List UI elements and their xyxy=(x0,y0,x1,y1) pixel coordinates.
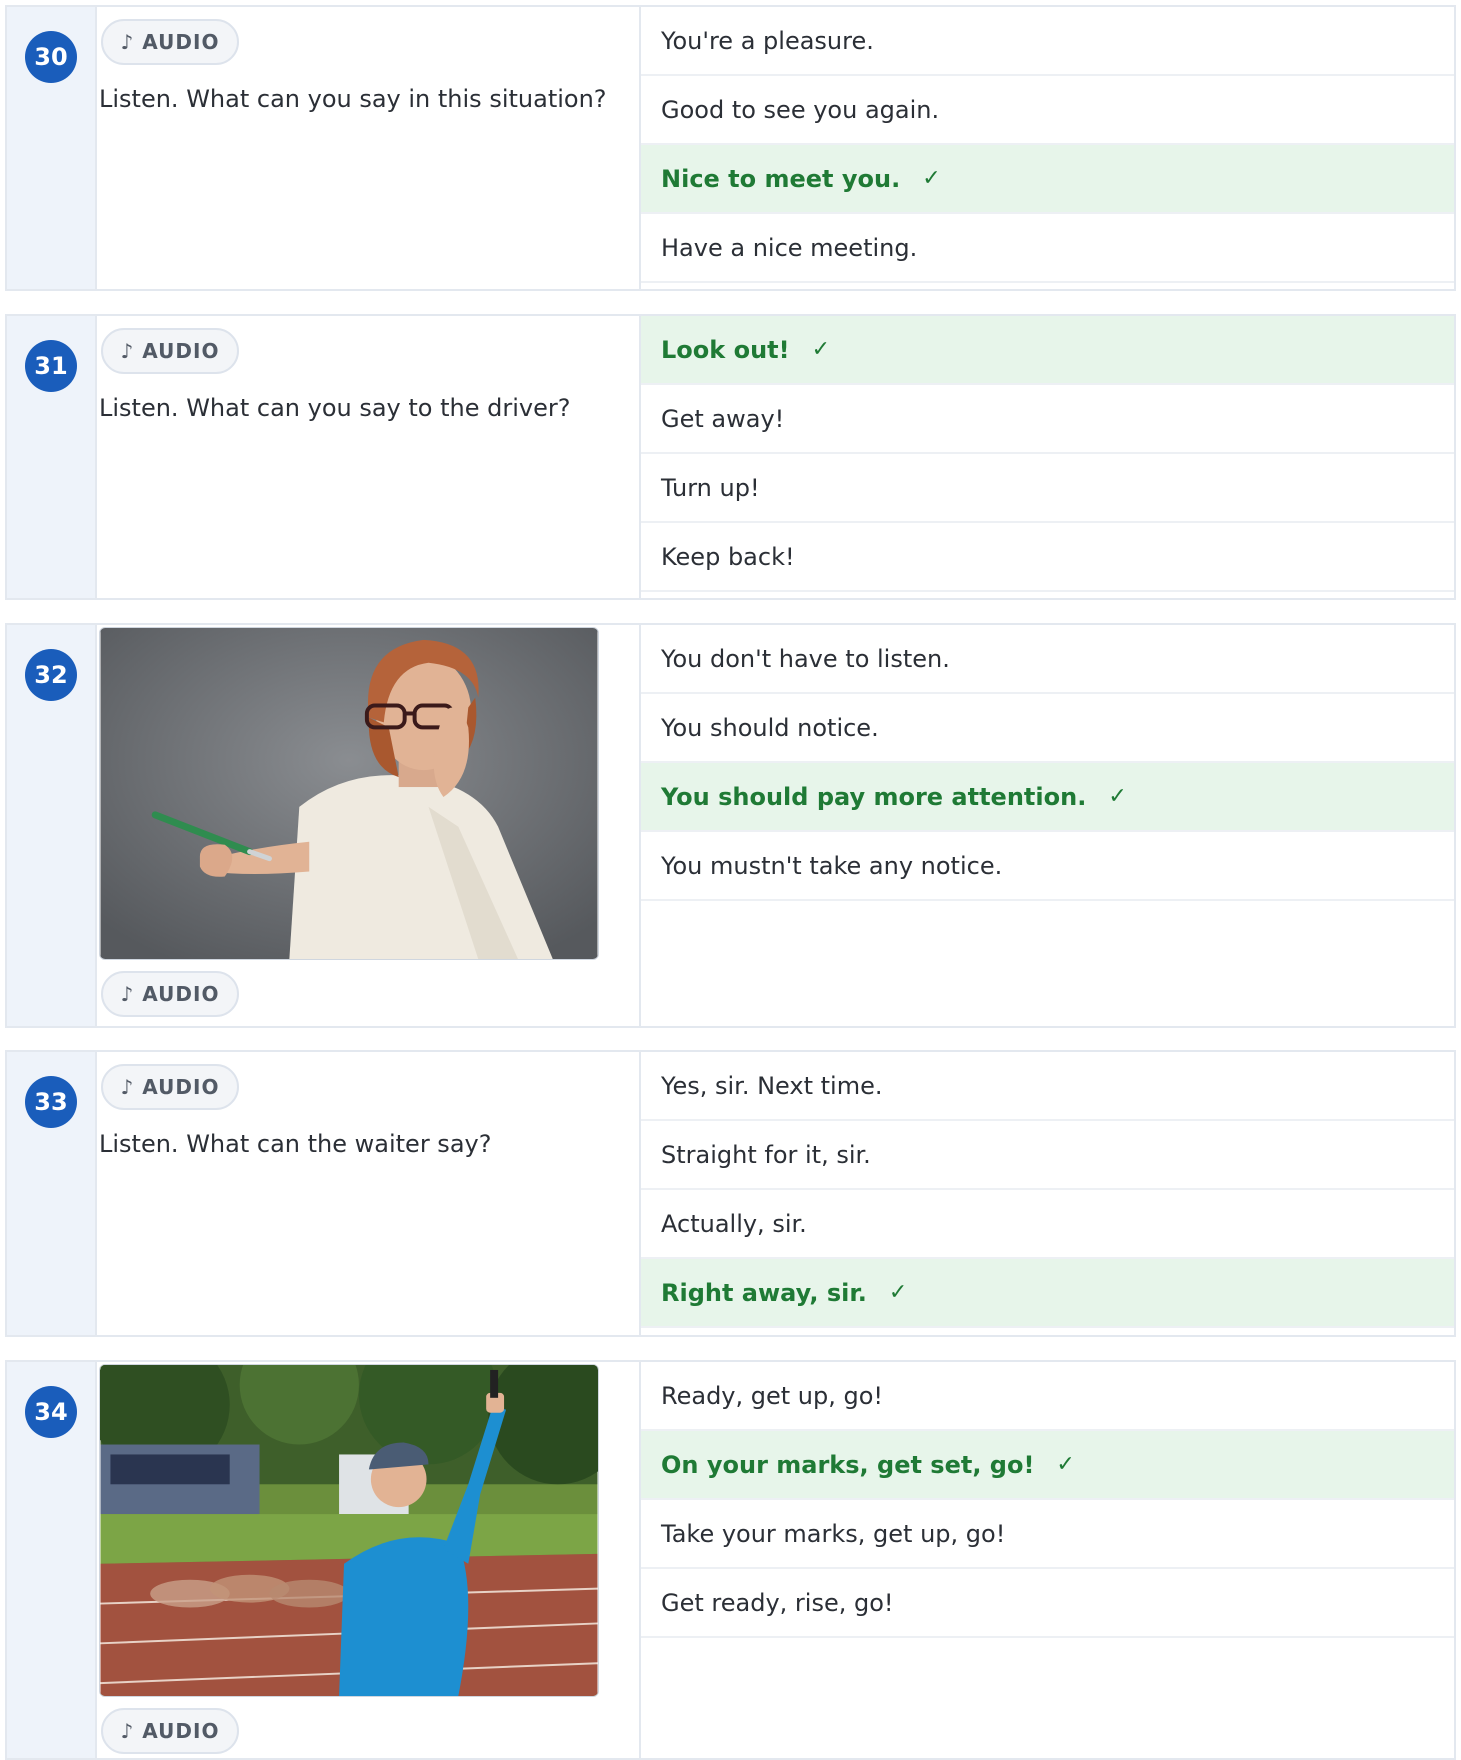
answer-option[interactable]: Turn up! xyxy=(641,454,1454,523)
audio-button-label: AUDIO xyxy=(142,982,220,1006)
music-note-icon: ♪ xyxy=(120,1075,135,1099)
question-prompt: Listen. What can you say in this situati… xyxy=(99,85,607,113)
answer-options: Look out! ✓ Get away! Turn up! Keep back! xyxy=(639,316,1454,598)
answer-option-text: Right away, sir. xyxy=(661,1278,867,1307)
answer-options: You're a pleasure. Good to see you again… xyxy=(639,7,1454,289)
answer-option-text: Ready, get up, go! xyxy=(661,1381,884,1410)
answer-option[interactable]: Get away! xyxy=(641,385,1454,454)
teacher-photo xyxy=(100,628,598,959)
audio-button-label: AUDIO xyxy=(142,30,220,54)
audio-button[interactable]: ♪ AUDIO xyxy=(101,328,239,374)
answer-option-text: Get away! xyxy=(661,404,785,433)
question-number-badge: 33 xyxy=(25,1076,77,1128)
answer-option[interactable]: Actually, sir. xyxy=(641,1190,1454,1259)
question-number-column: 32 xyxy=(7,625,97,1026)
question-number-badge: 30 xyxy=(25,31,77,83)
question-prompt-area: ♪ AUDIO Listen. What can you say in this… xyxy=(97,7,637,289)
answer-option-correct[interactable]: Right away, sir. ✓ xyxy=(641,1259,1454,1328)
audio-button[interactable]: ♪ AUDIO xyxy=(101,19,239,65)
check-icon: ✓ xyxy=(811,337,831,362)
music-note-icon: ♪ xyxy=(120,339,135,363)
answer-options: You don't have to listen. You should not… xyxy=(639,625,1454,1026)
check-icon: ✓ xyxy=(1056,1452,1075,1477)
audio-button[interactable]: ♪ AUDIO xyxy=(101,1064,239,1110)
answer-options: Ready, get up, go! On your marks, get se… xyxy=(639,1362,1454,1758)
race-start-photo xyxy=(100,1365,598,1696)
answer-option-text: You mustn't take any notice. xyxy=(661,851,1003,880)
answer-option[interactable]: Yes, sir. Next time. xyxy=(641,1052,1454,1121)
question-prompt-area: ♪ AUDIO xyxy=(97,625,637,1026)
answer-option[interactable]: You're a pleasure. xyxy=(641,7,1454,76)
question-card-33: 33 ♪ AUDIO Listen. What can the waiter s… xyxy=(5,1050,1456,1337)
answer-option[interactable]: Ready, get up, go! xyxy=(641,1362,1454,1431)
question-number-column: 30 xyxy=(7,7,97,289)
audio-button[interactable]: ♪ AUDIO xyxy=(101,1708,239,1754)
answer-option-text: You should notice. xyxy=(661,713,879,742)
answer-option-text: You don't have to listen. xyxy=(661,644,950,673)
question-prompt-area: ♪ AUDIO Listen. What can you say to the … xyxy=(97,316,637,598)
answer-option[interactable]: Straight for it, sir. xyxy=(641,1121,1454,1190)
answer-option-correct[interactable]: Look out! ✓ xyxy=(641,316,1454,385)
answer-option-text: Keep back! xyxy=(661,542,795,571)
answer-option-text: Good to see you again. xyxy=(661,95,940,124)
question-prompt: Listen. What can the waiter say? xyxy=(99,1130,492,1158)
question-number-column: 33 xyxy=(7,1052,97,1335)
answer-options: Yes, sir. Next time. Straight for it, si… xyxy=(639,1052,1454,1335)
answer-option[interactable]: You mustn't take any notice. xyxy=(641,832,1454,901)
check-icon: ✓ xyxy=(922,166,941,191)
question-number-badge: 34 xyxy=(25,1386,77,1438)
music-note-icon: ♪ xyxy=(120,1719,135,1743)
answer-option[interactable]: Good to see you again. xyxy=(641,76,1454,145)
answer-option[interactable]: Keep back! xyxy=(641,523,1454,592)
answer-option-text: Look out! xyxy=(661,335,790,364)
question-number-badge: 32 xyxy=(25,649,77,701)
question-photo xyxy=(99,1364,599,1697)
answer-option-correct[interactable]: Nice to meet you. ✓ xyxy=(641,145,1454,214)
question-number-badge: 31 xyxy=(25,340,77,392)
answer-option[interactable]: Take your marks, get up, go! xyxy=(641,1500,1454,1569)
question-photo xyxy=(99,627,599,960)
question-card-31: 31 ♪ AUDIO Listen. What can you say to t… xyxy=(5,314,1456,600)
music-note-icon: ♪ xyxy=(120,982,135,1006)
question-prompt-area: ♪ AUDIO xyxy=(97,1362,637,1758)
question-prompt-area: ♪ AUDIO Listen. What can the waiter say? xyxy=(97,1052,637,1335)
answer-option-text: Yes, sir. Next time. xyxy=(661,1071,883,1100)
question-prompt: Listen. What can you say to the driver? xyxy=(99,394,571,422)
answer-option-text: Take your marks, get up, go! xyxy=(661,1519,1006,1548)
answer-option-text: You should pay more attention. xyxy=(661,782,1087,811)
answer-option-text: You're a pleasure. xyxy=(661,26,874,55)
audio-button-label: AUDIO xyxy=(142,1719,220,1743)
audio-button-label: AUDIO xyxy=(142,339,220,363)
answer-option-text: Straight for it, sir. xyxy=(661,1140,871,1169)
music-note-icon: ♪ xyxy=(120,30,135,54)
audio-button-label: AUDIO xyxy=(142,1075,220,1099)
question-card-32: 32 ♪ AUDIO You don't have to listen. You… xyxy=(5,623,1456,1028)
question-number-column: 31 xyxy=(7,316,97,598)
answer-option-text: Nice to meet you. xyxy=(661,164,901,193)
check-icon: ✓ xyxy=(888,1280,908,1305)
answer-option[interactable]: Have a nice meeting. xyxy=(641,214,1454,283)
answer-option-correct[interactable]: You should pay more attention. ✓ xyxy=(641,763,1454,832)
answer-option[interactable]: You should notice. xyxy=(641,694,1454,763)
answer-option[interactable]: You don't have to listen. xyxy=(641,625,1454,694)
answer-option-text: Actually, sir. xyxy=(661,1209,807,1238)
answer-option-text: Get ready, rise, go! xyxy=(661,1588,894,1617)
question-card-30: 30 ♪ AUDIO Listen. What can you say in t… xyxy=(5,5,1456,291)
answer-option[interactable]: Get ready, rise, go! xyxy=(641,1569,1454,1638)
answer-option-correct[interactable]: On your marks, get set, go! ✓ xyxy=(641,1431,1454,1500)
check-icon: ✓ xyxy=(1108,784,1127,809)
question-card-34: 34 ♪ AUDIO Ready, get up, go! On your ma… xyxy=(5,1360,1456,1760)
audio-button[interactable]: ♪ AUDIO xyxy=(101,971,239,1017)
answer-option-text: Have a nice meeting. xyxy=(661,233,918,262)
answer-option-text: On your marks, get set, go! xyxy=(661,1450,1035,1479)
question-number-column: 34 xyxy=(7,1362,97,1758)
answer-option-text: Turn up! xyxy=(661,473,760,502)
